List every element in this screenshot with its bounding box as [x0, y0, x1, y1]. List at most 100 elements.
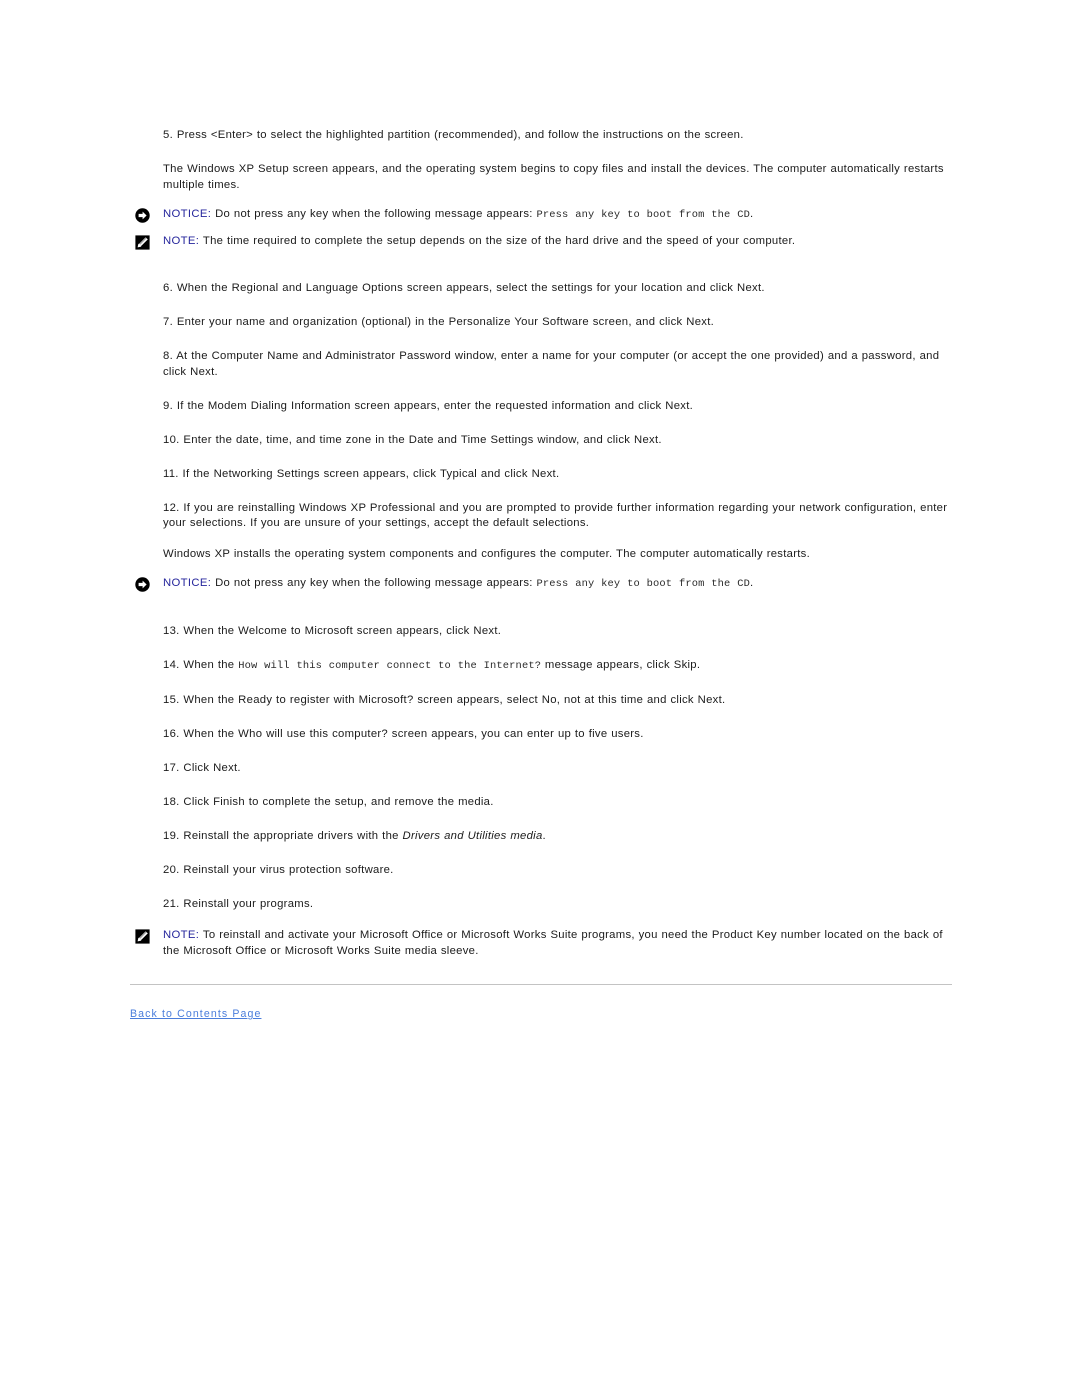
list-item-number: 5.	[163, 129, 173, 141]
notice-code: Press any key to boot from the CD	[536, 209, 751, 221]
paragraph-installs-components: Windows XP installs the operating system…	[163, 547, 811, 560]
note-callout: NOTE: To reinstall and activate your Mic…	[130, 928, 952, 959]
notice-text: Do not press any key when the following …	[211, 577, 537, 589]
list-item-number: 7.	[163, 316, 173, 328]
list-item: 9. If the Modem Dialing Information scre…	[130, 399, 952, 415]
list-item-number: 21.	[163, 897, 180, 910]
list-item-number: 11.	[163, 467, 179, 480]
list-item-number: 13.	[163, 624, 180, 637]
notice-trailing: .	[750, 208, 754, 220]
list-item: 16. When the Who will use this computer?…	[130, 727, 952, 743]
document-page: 5. Press <Enter> to select the highlight…	[0, 0, 1080, 1397]
list-item-number: 8.	[163, 350, 173, 362]
notice-callout: NOTICE: Do not press any key when the fo…	[130, 576, 952, 593]
list-item-text: If the Modem Dialing Information screen …	[176, 399, 694, 412]
list-item-number: 18.	[163, 795, 180, 808]
paragraph-setup-screen: The Windows XP Setup screen appears, and…	[163, 163, 944, 191]
list-item-text: Enter your name and organization (option…	[176, 316, 715, 328]
list-item: 6. When the Regional and Language Option…	[130, 281, 952, 297]
step-text-suffix: .	[542, 829, 546, 842]
list-item-text: When the Ready to register with Microsof…	[183, 693, 726, 706]
list-item-text: Click Next.	[183, 761, 241, 774]
step-inline-code: How will this computer connect to the In…	[238, 659, 542, 672]
list-item: 13. When the Welcome to Microsoft screen…	[130, 624, 952, 640]
note-pencil-icon	[135, 929, 150, 944]
notice-arrow-icon	[135, 208, 150, 223]
list-item-text: Enter the date, time, and time zone in t…	[183, 433, 662, 446]
notice-label: NOTICE:	[163, 208, 212, 220]
list-item-text: Reinstall the appropriate drivers with t…	[183, 830, 546, 842]
list-item-text: If the Networking Settings screen appear…	[182, 467, 560, 480]
note-text: The time required to complete the setup …	[199, 234, 796, 247]
list-item: 7. Enter your name and organization (opt…	[130, 315, 952, 331]
list-item-text: At the Computer Name and Administrator P…	[163, 350, 940, 378]
list-item-text: If you are reinstalling Windows XP Profe…	[163, 501, 948, 530]
list-item-number: 15.	[163, 693, 180, 706]
list-item-text: When the Who will use this computer? scr…	[183, 727, 644, 740]
back-to-contents-link[interactable]: Back to Contents Page	[130, 1008, 261, 1020]
list-item-number: 16.	[163, 727, 180, 740]
list-item-number: 9.	[163, 399, 173, 412]
list-item-text: When the Welcome to Microsoft screen app…	[183, 624, 502, 637]
list-item: 21. Reinstall your programs.	[130, 897, 952, 913]
list-item: 20. Reinstall your virus protection soft…	[130, 863, 952, 879]
list-item-number: 6.	[163, 282, 173, 294]
list-item-number: 19.	[163, 829, 180, 842]
step-italic-term: Drivers and Utilities media	[402, 829, 543, 842]
list-item: 5. Press <Enter> to select the highlight…	[130, 128, 952, 144]
list-item-text: Press <Enter> to select the highlighted …	[176, 129, 744, 141]
list-item-number: 12.	[163, 501, 180, 514]
footer-divider	[130, 984, 952, 985]
list-item: 12. If you are reinstalling Windows XP P…	[130, 501, 952, 532]
list-item-text: When the How will this computer connect …	[183, 658, 700, 672]
notice-code: Press any key to boot from the CD	[536, 578, 751, 590]
list-item-text: Reinstall your virus protection software…	[183, 863, 394, 876]
step-text-prefix: When the	[183, 658, 239, 671]
list-item: 10. Enter the date, time, and time zone …	[130, 433, 952, 449]
list-item: 19. Reinstall the appropriate drivers wi…	[130, 829, 952, 845]
list-item: 14. When the How will this computer conn…	[130, 658, 952, 675]
notice-text: Do not press any key when the following …	[211, 208, 537, 220]
list-item-number: 14.	[163, 658, 180, 671]
note-text: To reinstall and activate your Microsoft…	[163, 929, 943, 957]
list-item-text: Reinstall your programs.	[183, 897, 314, 910]
list-item-number: 20.	[163, 863, 180, 876]
notice-label: NOTICE:	[163, 577, 212, 589]
list-item: 11. If the Networking Settings screen ap…	[130, 467, 952, 483]
list-item-number: 10.	[163, 433, 180, 446]
step-text-prefix: Reinstall the appropriate drivers with t…	[183, 829, 403, 842]
list-item: 18. Click Finish to complete the setup, …	[130, 795, 952, 811]
list-item-text: Click Finish to complete the setup, and …	[183, 795, 494, 808]
list-item: 8. At the Computer Name and Administrato…	[130, 349, 952, 380]
note-pencil-icon	[135, 234, 150, 250]
list-item: 17. Click Next.	[130, 761, 952, 777]
notice-trailing: .	[750, 577, 754, 589]
list-item-text: When the Regional and Language Options s…	[176, 282, 765, 294]
note-label: NOTE:	[163, 234, 200, 247]
list-item-number: 17.	[163, 761, 180, 774]
document-content: 5. Press <Enter> to select the highlight…	[130, 128, 952, 1022]
